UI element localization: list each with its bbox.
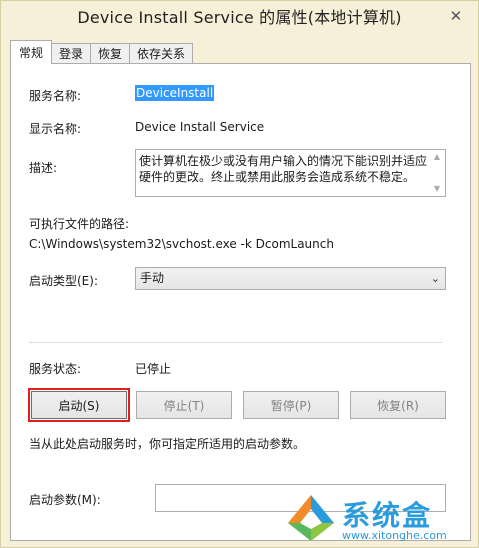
startup-type-value: 手动 xyxy=(140,271,165,285)
pause-button[interactable]: 暂停(P) xyxy=(243,391,339,419)
window-title: Device Install Service 的属性(本地计算机) xyxy=(77,8,402,27)
xitonghe-logo-icon xyxy=(288,495,334,541)
watermark-text: 系统盒 xyxy=(342,499,433,532)
service-name-value[interactable]: DeviceInstall xyxy=(135,85,215,101)
tab-dependencies[interactable]: 依存关系 xyxy=(129,43,194,64)
start-params-hint: 当从此处启动服务时，你可指定所适用的启动参数。 xyxy=(29,437,306,451)
startup-type-label: 启动类型(E): xyxy=(29,274,98,288)
start-params-label: 启动参数(M): xyxy=(29,493,101,507)
service-status-value: 已停止 xyxy=(135,362,172,376)
service-name-text[interactable]: DeviceInstall xyxy=(135,85,215,101)
tab-logon[interactable]: 登录 xyxy=(51,43,92,64)
divider xyxy=(29,342,442,343)
chevron-down-icon: ⌄ xyxy=(430,272,440,285)
description-text: 使计算机在极少或没有用户输入的情况下能识别并适应硬件的更改。终止或禁用此服务会造… xyxy=(139,154,428,184)
tab-recovery[interactable]: 恢复 xyxy=(90,43,131,64)
title-bar: Device Install Service 的属性(本地计算机) ✕ xyxy=(1,1,478,31)
startup-type-select[interactable]: 手动 ⌄ xyxy=(135,267,446,290)
close-icon[interactable]: ✕ xyxy=(444,5,468,27)
exec-path-value[interactable]: C:\Windows\system32\svchost.exe -k DcomL… xyxy=(29,237,334,251)
properties-dialog: Device Install Service 的属性(本地计算机) ✕ 常规 登… xyxy=(0,0,479,548)
service-name-label: 服务名称: xyxy=(29,89,82,103)
watermark: 系统盒 www.xitonghe.com xyxy=(284,493,474,545)
description-label: 描述: xyxy=(29,161,58,175)
tab-general[interactable]: 常规 xyxy=(10,40,53,64)
general-panel: 服务名称: DeviceInstall 显示名称: Device Install… xyxy=(10,63,471,541)
description-field[interactable]: 使计算机在极少或没有用户输入的情况下能识别并适应硬件的更改。终止或禁用此服务会造… xyxy=(135,149,446,197)
resume-button[interactable]: 恢复(R) xyxy=(350,391,446,419)
watermark-url: www.xitonghe.com xyxy=(342,529,447,542)
scroll-up-icon[interactable]: ▲ xyxy=(431,152,443,162)
display-name-value[interactable]: Device Install Service xyxy=(135,120,264,134)
tab-strip: 常规 登录 恢复 依存关系 xyxy=(10,40,194,64)
start-button[interactable]: 启动(S) xyxy=(28,388,130,422)
scroll-down-icon[interactable]: ▼ xyxy=(431,184,443,194)
display-name-label: 显示名称: xyxy=(29,122,82,136)
service-status-label: 服务状态: xyxy=(29,362,82,376)
exec-path-label: 可执行文件的路径: xyxy=(29,217,130,231)
stop-button[interactable]: 停止(T) xyxy=(136,391,232,419)
